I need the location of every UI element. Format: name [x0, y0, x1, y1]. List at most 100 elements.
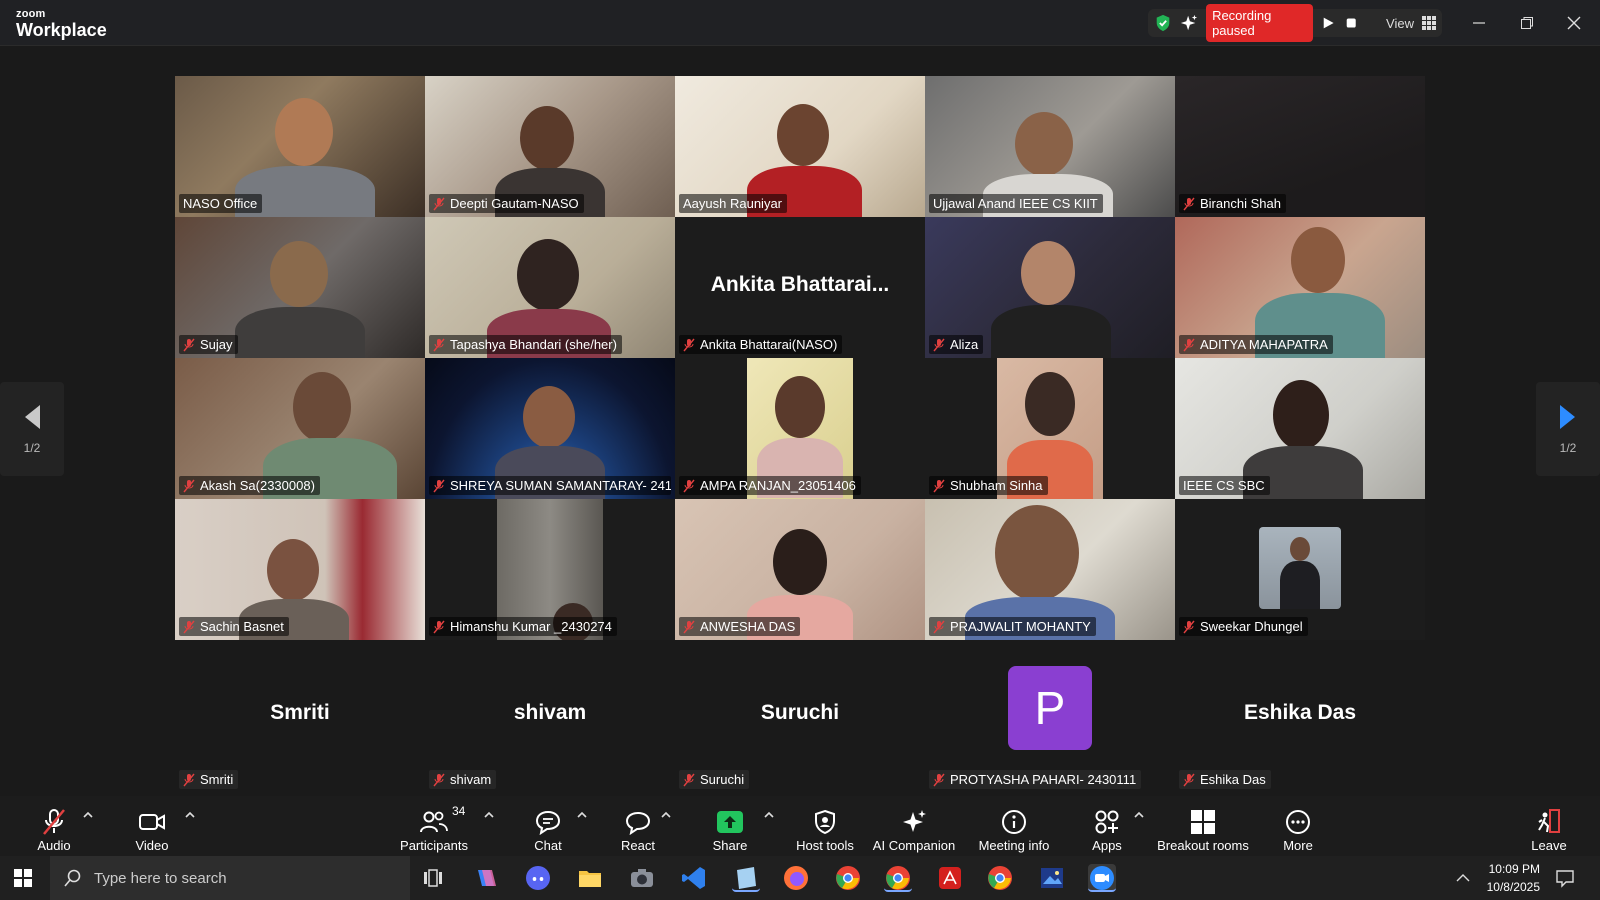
taskbar-app-chrome-alt[interactable] — [986, 864, 1014, 892]
apps-button[interactable]: Apps — [1085, 808, 1129, 853]
participant-tile[interactable]: Sujay — [175, 217, 425, 358]
participant-tile-no-video[interactable]: shivam shivam — [425, 656, 675, 797]
system-tray-chevron-icon[interactable] — [1456, 873, 1470, 883]
participant-tile[interactable]: Sachin Basnet — [175, 499, 425, 640]
view-button[interactable]: View — [1386, 16, 1436, 31]
participant-tile[interactable]: Biranchi Shah — [1175, 76, 1425, 217]
participant-tile-no-video[interactable]: P PROTYASHA PAHARI- 2430111 — [925, 656, 1175, 797]
person-head — [1290, 537, 1310, 561]
chat-options-chevron-icon[interactable] — [576, 810, 588, 820]
taskbar-app-chrome[interactable] — [834, 864, 862, 892]
windows-start-button[interactable] — [14, 869, 32, 892]
share-options-chevron-icon[interactable] — [763, 810, 775, 820]
folder-icon — [579, 871, 601, 887]
person-head — [995, 505, 1079, 601]
more-button[interactable]: More — [1276, 808, 1320, 853]
participant-name-tag: Aayush Rauniyar — [679, 194, 787, 213]
taskbar-app-acrobat[interactable] — [936, 864, 964, 892]
mic-off-icon — [683, 479, 695, 492]
ai-sparkle-icon[interactable] — [1180, 13, 1198, 33]
mic-off-icon — [183, 620, 195, 633]
video-button[interactable]: Video — [130, 808, 174, 853]
participant-tile[interactable]: AMPA RANJAN_23051406 — [675, 358, 925, 499]
share-screen-icon — [717, 811, 743, 833]
close-button[interactable] — [1559, 10, 1589, 36]
participant-name-tag: Biranchi Shah — [1179, 194, 1286, 213]
participant-tile[interactable]: Ujjawal Anand IEEE CS KIIT — [925, 76, 1175, 217]
video-options-chevron-icon[interactable] — [184, 810, 196, 820]
participant-tile[interactable]: Sweekar Dhungel — [1175, 499, 1425, 640]
system-clock[interactable]: 10:09 PM 10/8/2025 — [1487, 860, 1540, 896]
participant-name-tag: Himanshu Kumar _2430274 — [429, 617, 617, 636]
taskbar-search-box[interactable]: Type here to search — [50, 856, 410, 900]
apps-options-chevron-icon[interactable] — [1133, 810, 1145, 820]
previous-page-button[interactable]: 1/2 — [0, 382, 64, 476]
leave-label: Leave — [1531, 838, 1567, 853]
mic-off-icon — [1183, 338, 1195, 351]
taskbar-app-photos[interactable] — [1038, 864, 1066, 892]
host-tools-shield-icon — [815, 809, 835, 835]
participant-tile[interactable]: Aayush Rauniyar — [675, 76, 925, 217]
audio-button[interactable]: Audio — [32, 808, 76, 853]
mic-off-icon — [183, 338, 195, 351]
taskbar-app-notes[interactable] — [732, 864, 760, 892]
taskbar-app-camera[interactable] — [628, 864, 656, 892]
participant-tile[interactable]: SHREYA SUMAN SAMANTARAY- 241... — [425, 358, 675, 499]
participant-tile[interactable]: Shubham Sinha — [925, 358, 1175, 499]
participant-tile-no-video[interactable]: Eshika Das Eshika Das — [1175, 656, 1425, 797]
share-button[interactable]: Share — [708, 808, 752, 853]
breakout-rooms-button[interactable]: Breakout rooms — [1154, 808, 1252, 853]
meeting-info-button[interactable]: Meeting info — [972, 808, 1056, 853]
participant-tile[interactable]: Himanshu Kumar _2430274 — [425, 499, 675, 640]
person-body — [991, 305, 1111, 358]
taskbar-app-firefox[interactable] — [782, 864, 810, 892]
participant-name: Himanshu Kumar _2430274 — [450, 619, 612, 634]
participant-tile[interactable]: Aliza — [925, 217, 1175, 358]
participants-button[interactable]: 34 Participants — [398, 804, 470, 853]
task-view-icon — [424, 869, 442, 887]
taskbar-app-vscode[interactable] — [680, 864, 708, 892]
taskbar-app-file-explorer[interactable] — [576, 864, 604, 892]
audio-options-chevron-icon[interactable] — [82, 810, 94, 820]
minimize-button[interactable] — [1464, 10, 1494, 36]
mic-off-icon — [433, 197, 445, 210]
ai-companion-sparkle-icon — [903, 810, 926, 832]
chat-button[interactable]: Chat — [526, 808, 570, 853]
participants-label: Participants — [400, 838, 468, 853]
participant-name: Smriti — [200, 772, 234, 787]
recording-status-badge[interactable]: Recording paused — [1206, 4, 1314, 42]
host-tools-button[interactable]: Host tools — [790, 808, 860, 853]
participant-tile[interactable]: Ankita Bhattarai... Ankita Bhattarai(NAS… — [675, 217, 925, 358]
next-page-button[interactable]: 1/2 — [1536, 382, 1600, 476]
participants-options-chevron-icon[interactable] — [483, 810, 495, 820]
encryption-shield-icon[interactable] — [1154, 13, 1172, 33]
participant-tile-no-video[interactable]: Suruchi Suruchi — [675, 656, 925, 797]
react-options-chevron-icon[interactable] — [660, 810, 672, 820]
notification-center-icon[interactable] — [1555, 868, 1575, 888]
stop-recording-icon[interactable] — [1344, 15, 1358, 31]
participant-tile[interactable]: ADITYA MAHAPATRA — [1175, 217, 1425, 358]
mic-off-icon — [683, 773, 695, 786]
restore-button[interactable] — [1512, 10, 1542, 36]
arrow-right-icon — [1560, 405, 1575, 429]
taskbar-app-discord[interactable] — [524, 864, 552, 892]
taskbar-app-copilot[interactable] — [472, 864, 500, 892]
taskbar-app-zoom[interactable] — [1088, 864, 1116, 892]
participant-tile[interactable]: NASO Office — [175, 76, 425, 217]
participant-tile-active-speaker[interactable]: IEEE CS SBC — [1175, 358, 1425, 499]
react-button[interactable]: React — [616, 808, 660, 853]
participant-tile[interactable]: Tapashya Bhandari (she/her) — [425, 217, 675, 358]
participant-name-tag: Eshika Das — [1179, 770, 1271, 789]
resume-recording-icon[interactable] — [1321, 15, 1335, 31]
participant-tile[interactable]: ANWESHA DAS — [675, 499, 925, 640]
taskbar-app-chrome-profile[interactable] — [884, 864, 912, 892]
ai-companion-button[interactable]: AI Companion — [872, 808, 956, 853]
leave-button[interactable]: Leave — [1527, 808, 1571, 853]
participant-tile[interactable]: Deepti Gautam-NASO — [425, 76, 675, 217]
participant-tile[interactable]: Akash Sa(2330008) — [175, 358, 425, 499]
ai-companion-label: AI Companion — [872, 838, 956, 853]
participant-tile[interactable]: PRAJWALIT MOHANTY — [925, 499, 1175, 640]
participant-tile-no-video[interactable]: Smriti Smriti — [175, 656, 425, 797]
task-view-button[interactable] — [418, 864, 446, 892]
participants-count: 34 — [452, 804, 466, 818]
